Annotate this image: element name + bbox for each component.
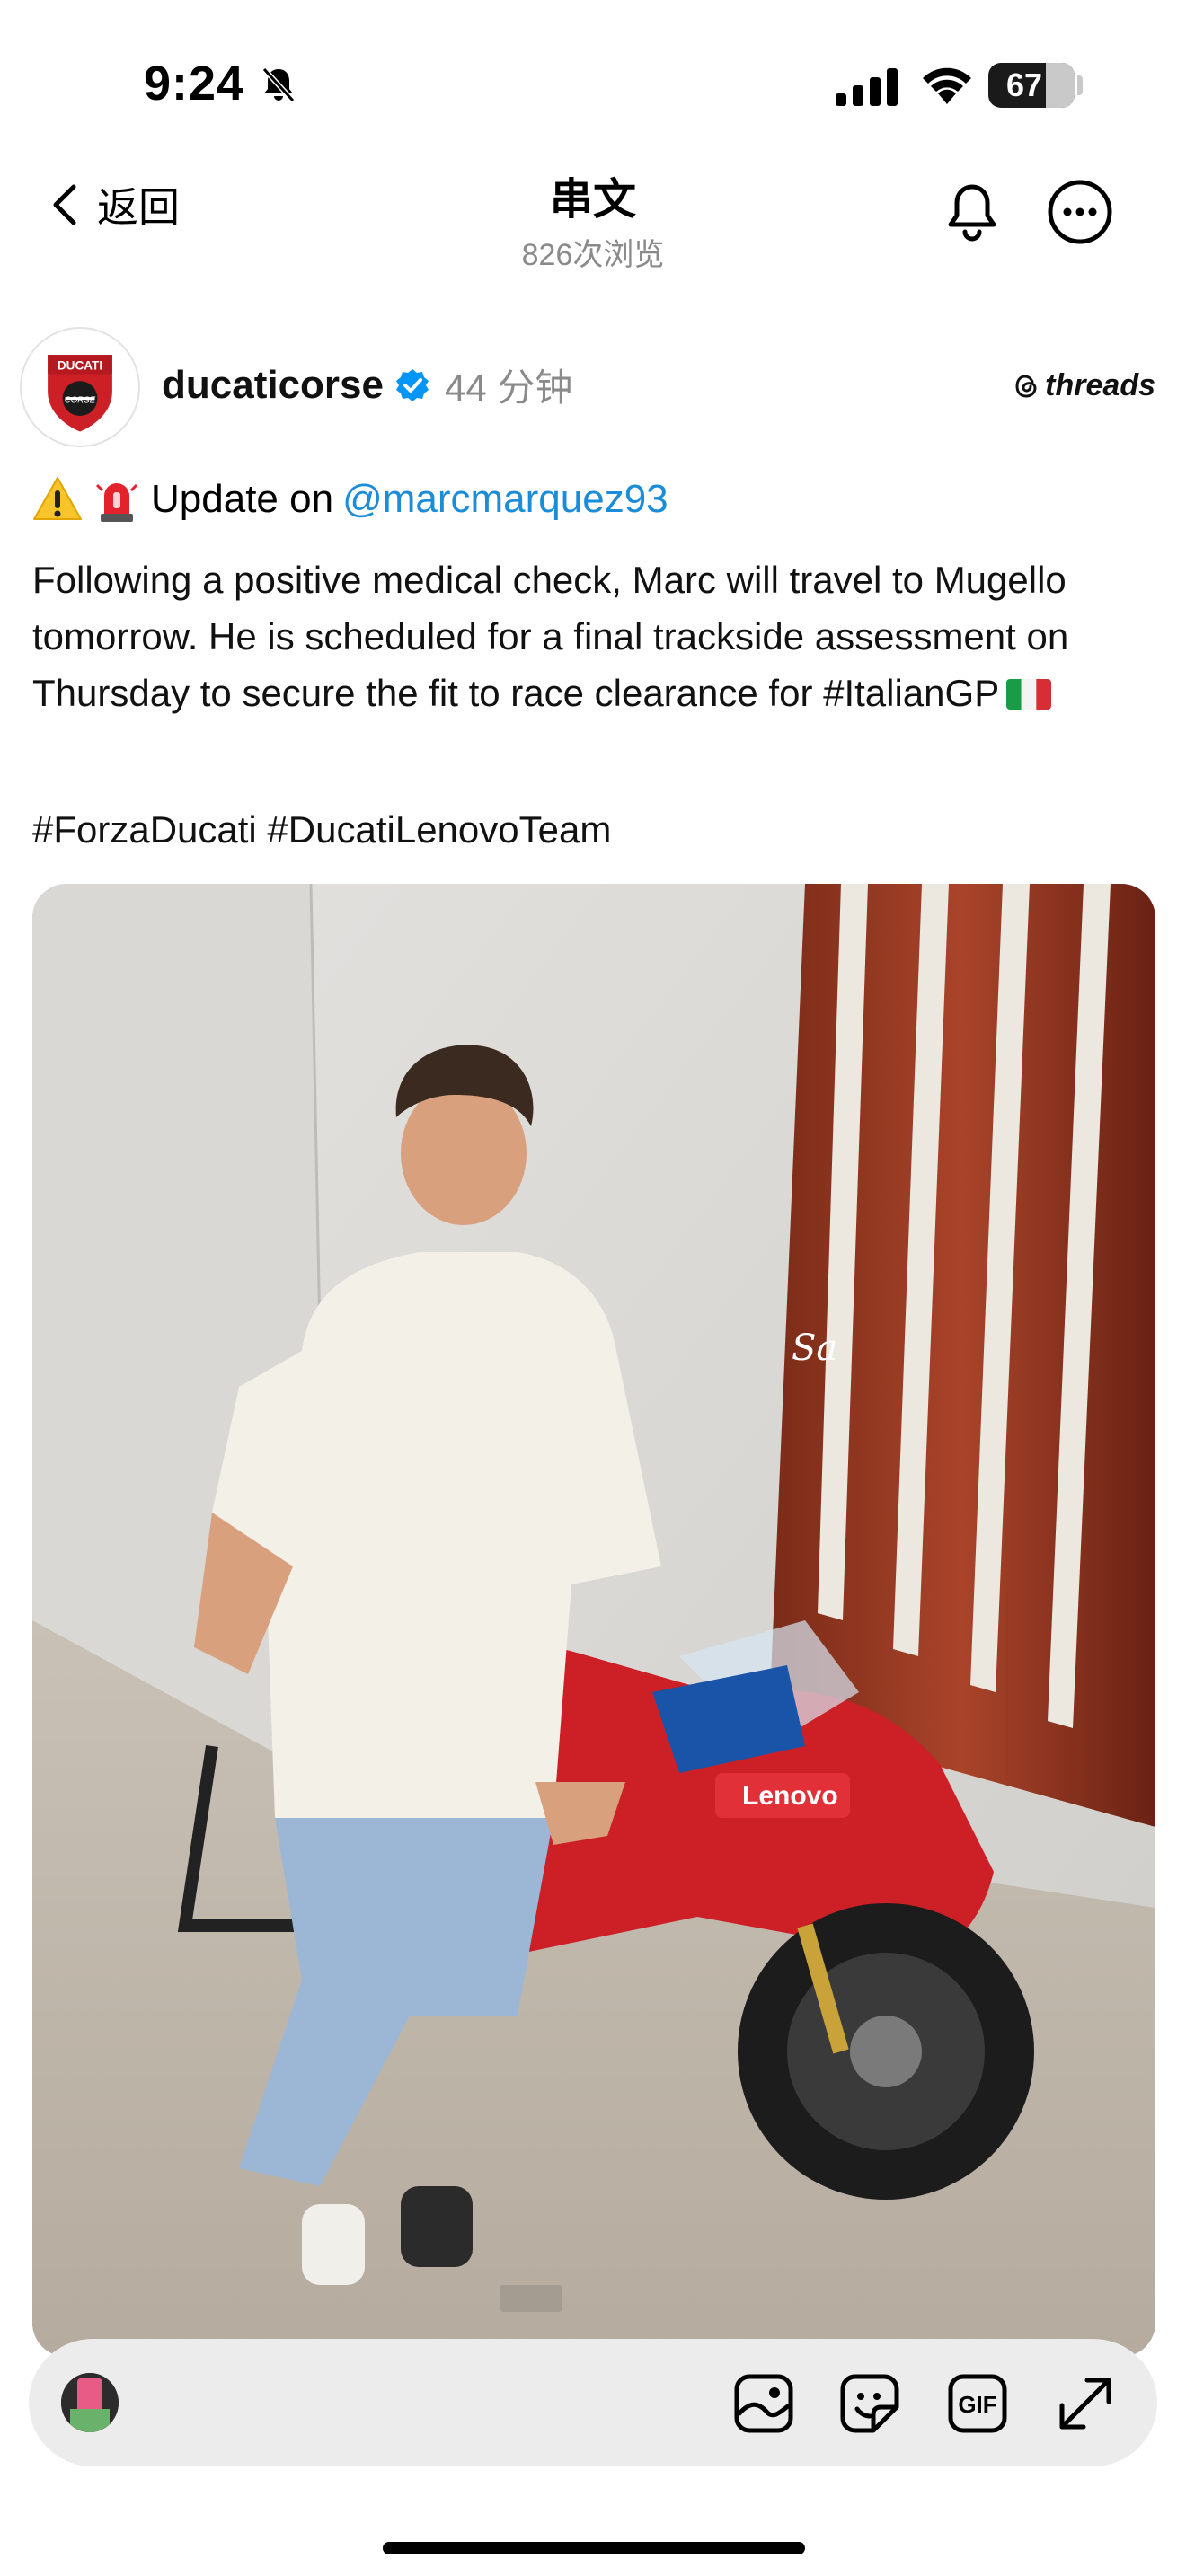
svg-text:Lenovo: Lenovo bbox=[742, 1781, 838, 1811]
threads-icon bbox=[1015, 374, 1037, 398]
svg-text:CORSE: CORSE bbox=[65, 395, 96, 405]
back-button[interactable]: 返回 bbox=[49, 178, 180, 232]
battery-percent: 67 bbox=[1005, 66, 1043, 103]
bell-off-icon bbox=[261, 66, 296, 103]
cellular-signal-icon bbox=[836, 68, 898, 106]
mention-link[interactable]: @marcmarquez93 bbox=[342, 477, 668, 522]
update-line: Update on @marcmarquez93 bbox=[32, 474, 668, 525]
view-count: 826次浏览 bbox=[521, 238, 665, 272]
expand-icon[interactable] bbox=[1053, 2371, 1118, 2436]
avatar[interactable]: DUCATI CORSE bbox=[20, 327, 140, 447]
notification-bell-icon[interactable] bbox=[938, 178, 1006, 246]
image-watermark: Sa bbox=[792, 1328, 837, 1369]
post-body-text: Following a positive medical check, Marc… bbox=[32, 559, 1069, 714]
more-options-icon[interactable] bbox=[1046, 178, 1114, 246]
post-author-row: ducaticorse 44 分钟 bbox=[162, 357, 572, 412]
back-label: 返回 bbox=[97, 184, 180, 231]
page-title: 串文 bbox=[549, 176, 636, 224]
status-time: 9:24 bbox=[144, 57, 245, 110]
update-prefix: Update on bbox=[151, 477, 334, 521]
threads-wordmark: threads bbox=[1045, 368, 1155, 402]
post-image[interactable]: Sa Lenovo bbox=[32, 884, 1155, 2357]
verified-badge-icon bbox=[395, 368, 429, 401]
gif-icon[interactable]: GIF bbox=[945, 2371, 1010, 2436]
username[interactable]: ducaticorse bbox=[162, 363, 384, 408]
warning-icon bbox=[33, 477, 82, 520]
siren-icon bbox=[95, 483, 138, 522]
threads-logo: threads bbox=[1013, 368, 1155, 403]
battery-indicator: 67 bbox=[988, 63, 1075, 108]
post-hashtags[interactable]: #ForzaDucati #DucatiLenovoTeam bbox=[32, 808, 611, 851]
post-body: Following a positive medical check, Marc… bbox=[32, 551, 1155, 721]
battery-tip bbox=[1077, 75, 1083, 95]
status-bar: 9:24 67 bbox=[0, 0, 1186, 153]
ducati-corse-logo: DUCATI CORSE bbox=[23, 331, 137, 444]
home-indicator[interactable] bbox=[383, 2542, 805, 2554]
post-time: 44 分钟 bbox=[444, 366, 573, 409]
chevron-left-icon bbox=[53, 184, 76, 225]
gallery-icon[interactable] bbox=[731, 2371, 796, 2436]
nav-header: 返回 串文 826次浏览 bbox=[0, 153, 1186, 274]
user-avatar-image bbox=[61, 2373, 119, 2432]
composer-avatar[interactable] bbox=[61, 2373, 119, 2432]
wifi-icon bbox=[923, 67, 971, 104]
nav-title-block: 串文 826次浏览 bbox=[323, 163, 863, 274]
post-photo-illustration: Sa Lenovo bbox=[32, 884, 1155, 2357]
italy-flag-icon bbox=[1006, 679, 1052, 710]
composer-bar: GIF bbox=[29, 2339, 1157, 2466]
sticker-icon[interactable] bbox=[837, 2371, 902, 2436]
svg-text:DUCATI: DUCATI bbox=[58, 359, 102, 373]
gif-label: GIF bbox=[958, 2391, 996, 2418]
